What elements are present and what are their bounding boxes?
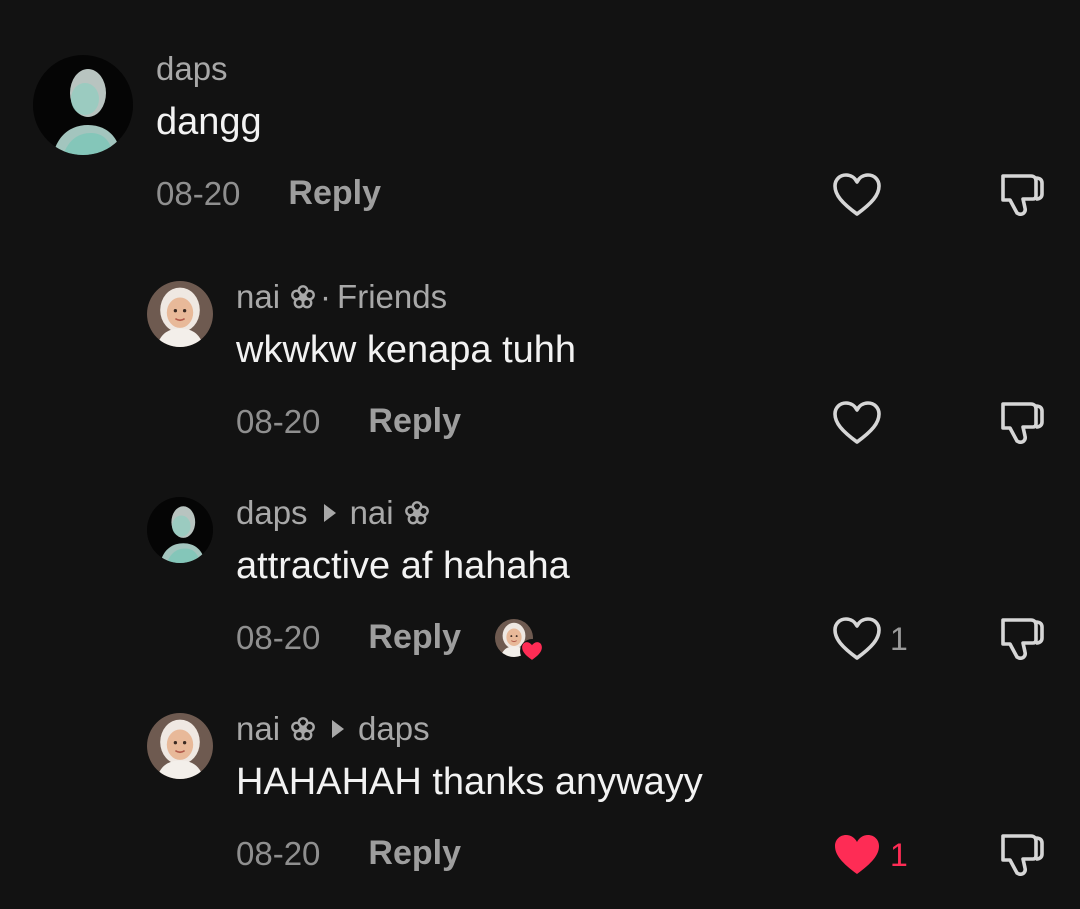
author-name[interactable]: nai [236,710,280,748]
avatar[interactable] [147,281,213,347]
like-count: 1 [890,620,908,657]
reply-button[interactable]: Reply [368,618,461,657]
comment-author[interactable]: nai daps [236,710,430,748]
comment-author[interactable]: nai · Friends [236,278,447,316]
reply-button[interactable]: Reply [368,834,461,873]
thumbs-down-icon [995,170,1045,218]
comment-meta: 08-20 Reply [236,834,461,873]
creator-liked-badge [495,619,544,663]
triangle-right-icon [323,504,336,522]
comment-date: 08-20 [236,402,321,440]
like-button[interactable] [832,400,890,446]
comment-date: 08-20 [236,834,321,872]
flower-icon [290,284,316,310]
comment-text: HAHAHAH thanks anywayy [236,761,703,803]
avatar[interactable] [147,497,213,563]
like-button[interactable]: 1 [832,616,908,662]
comment-text: wkwkw kenapa tuhh [236,329,577,371]
author-name[interactable]: daps [156,50,228,88]
heart-outline-icon [832,172,882,218]
author-name[interactable]: daps [236,494,308,532]
reply-to-name[interactable]: daps [358,710,430,748]
dislike-button[interactable] [995,398,1045,446]
heart-outline-icon [832,400,882,446]
comment-text: attractive af hahaha [236,545,570,587]
like-button[interactable] [832,172,890,218]
comment-meta: 08-20 Reply [236,402,461,441]
comment-author[interactable]: daps [156,50,228,88]
heart-outline-icon [832,616,882,662]
heart-filled-icon [832,832,882,878]
comment-date: 08-20 [156,174,241,212]
reply-button[interactable]: Reply [368,402,461,441]
thumbs-down-icon [995,830,1045,878]
flower-icon [404,500,430,526]
comment-meta: 08-20 Reply [156,174,381,213]
heart-filled-icon [520,638,544,663]
comment-meta: 08-20 Reply [236,618,544,663]
author-name[interactable]: nai [236,278,280,316]
like-button[interactable]: 1 [832,832,908,878]
comment-date: 08-20 [236,618,321,656]
reply-button[interactable]: Reply [288,174,381,213]
dislike-button[interactable] [995,614,1045,662]
avatar[interactable] [33,55,133,155]
reply-to-name[interactable]: nai [350,494,394,532]
separator-dot: · [320,278,332,315]
comment-author[interactable]: daps nai [236,494,430,532]
flower-icon [290,716,316,742]
avatar[interactable] [147,713,213,779]
dislike-button[interactable] [995,830,1045,878]
triangle-right-icon [332,720,345,738]
relation-label: Friends [337,278,448,315]
dislike-button[interactable] [995,170,1045,218]
thumbs-down-icon [995,614,1045,662]
thumbs-down-icon [995,398,1045,446]
like-count: 1 [890,836,908,873]
comment-text: dangg [156,101,262,143]
